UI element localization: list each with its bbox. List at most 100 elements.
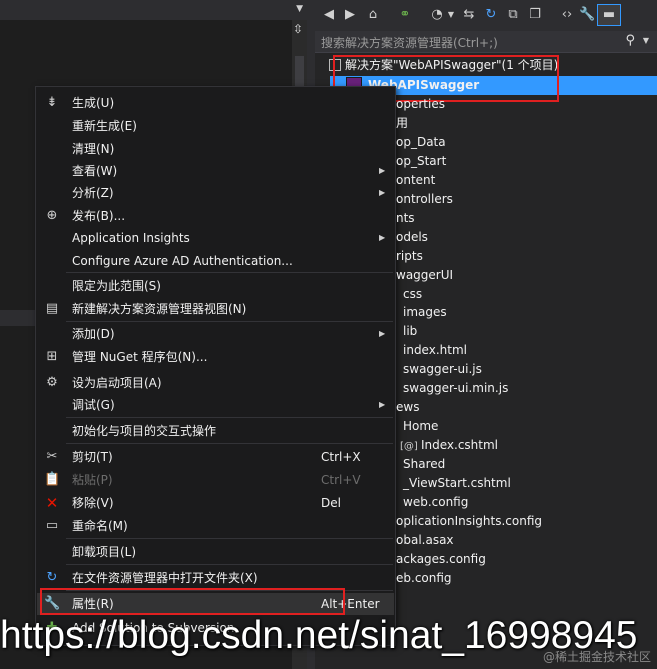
- menu-item-label: 设为启动项目(A): [72, 376, 162, 390]
- tree-item-label: swagger-ui.min.js: [403, 381, 509, 396]
- tree-item-label: odels: [396, 229, 428, 244]
- menu-item-rename[interactable]: ▭ 重命名(M): [37, 515, 394, 537]
- submenu-arrow-icon: ▶: [379, 400, 386, 409]
- tree-item[interactable]: _ViewStart.cshtml: [403, 474, 511, 493]
- tree-item-label: Shared: [403, 457, 446, 472]
- tree-item-label: images: [403, 305, 447, 320]
- menu-item-build[interactable]: ⇟ 生成(U): [37, 92, 394, 114]
- chevron-down-icon[interactable]: ▼: [443, 7, 459, 23]
- menu-item-label: 分析(Z): [72, 186, 114, 200]
- rename-icon: ▭: [45, 518, 59, 533]
- tree-solution-node[interactable]: 解决方案"WebAPISwagger"(1 个项目): [329, 56, 558, 75]
- menu-item-startup[interactable]: ⚙ 设为启动项目(A): [37, 372, 394, 394]
- menu-item-label: 移除(V): [72, 496, 114, 510]
- menu-separator: [66, 590, 393, 591]
- context-menu: ⇟ 生成(U) 重新生成(E) 清理(N) 查看(W) ▶ 分析(Z) ▶ ⊕ …: [35, 86, 396, 646]
- tree-item-label: web.config: [403, 494, 469, 509]
- tree-item[interactable]: oplicationInsights.config: [396, 512, 542, 531]
- new-view-icon: ▤: [45, 301, 59, 316]
- tree-item-label: eb.config: [396, 570, 452, 585]
- tree-item-label: operties: [396, 97, 445, 111]
- menu-separator: [66, 564, 393, 565]
- watermark-badge: @稀土掘金技术社区: [542, 650, 651, 664]
- tree-item[interactable]: waggerUI: [396, 266, 453, 285]
- tree-item-label: Index.cshtml: [420, 438, 499, 453]
- tree-item[interactable]: odels: [396, 228, 428, 247]
- show-all-files-icon[interactable]: ❐: [527, 7, 543, 23]
- tree-item-label: Home: [403, 419, 439, 434]
- chevron-down-icon[interactable]: ▼: [296, 4, 303, 14]
- tree-item[interactable]: index.html: [403, 341, 467, 360]
- tree-item-label: op_Start: [396, 153, 447, 168]
- menu-item-label: 添加(D): [72, 327, 115, 341]
- menu-item-debug[interactable]: 调试(G) ▶: [37, 394, 394, 416]
- gear-icon: ⚙: [46, 375, 58, 390]
- tree-item[interactable]: Shared: [403, 455, 445, 474]
- preview-icon[interactable]: ▬: [601, 7, 617, 23]
- wrench-icon[interactable]: 🔧: [579, 7, 595, 23]
- tree-item[interactable]: op_Data: [396, 133, 446, 152]
- menu-item-new-view[interactable]: ▤ 新建解决方案资源管理器视图(N): [37, 298, 394, 320]
- menu-item-scope[interactable]: 限定为此范围(S): [37, 275, 394, 297]
- menu-item-label: 剪切(T): [72, 450, 113, 464]
- tree-item[interactable]: eb.config: [396, 569, 452, 588]
- menu-item-paste: 📋 粘贴(P) Ctrl+V: [37, 469, 394, 491]
- menu-item-view[interactable]: 查看(W) ▶: [37, 160, 394, 182]
- refresh-icon[interactable]: ↻: [483, 7, 499, 23]
- forward-icon[interactable]: ▶: [342, 7, 358, 23]
- menu-item-interactive[interactable]: 初始化与项目的交互式操作: [37, 420, 394, 442]
- tree-item-label: index.html: [403, 343, 467, 358]
- menu-item-nuget[interactable]: ⊞ 管理 NuGet 程序包(N)...: [37, 346, 394, 368]
- menu-item-add[interactable]: 添加(D) ▶: [37, 323, 394, 345]
- solution-explorer-search[interactable]: 搜索解决方案资源管理器(Ctrl+;) ⚲ ▼: [315, 31, 657, 53]
- back-icon[interactable]: ◀: [321, 7, 337, 23]
- tree-item[interactable]: web.config: [403, 493, 468, 512]
- menu-item-cut[interactable]: ✂ 剪切(T) Ctrl+X: [37, 446, 394, 468]
- collapse-all-icon[interactable]: ⧉: [505, 7, 521, 23]
- tree-item[interactable]: swagger-ui.min.js: [403, 379, 508, 398]
- tree-item[interactable]: operties: [396, 95, 445, 114]
- code-icon[interactable]: ‹›: [559, 7, 575, 23]
- menu-item-clean[interactable]: 清理(N): [37, 138, 394, 160]
- menu-item-remove[interactable]: ✕ 移除(V) Del: [37, 492, 394, 514]
- tree-item[interactable]: ontent: [396, 171, 435, 190]
- globe-icon: ⊕: [46, 208, 58, 223]
- tree-item[interactable]: obal.asax: [396, 531, 454, 550]
- tree-item[interactable]: images: [403, 303, 447, 322]
- tree-item-label: ripts: [396, 248, 423, 263]
- tree-item-label: waggerUI: [396, 267, 454, 282]
- menu-item-label: 初始化与项目的交互式操作: [72, 424, 217, 438]
- tree-item[interactable]: op_Start: [396, 152, 446, 171]
- menu-item-label: 管理 NuGet 程序包(N)...: [72, 350, 208, 364]
- tree-item[interactable]: ackages.config: [396, 550, 486, 569]
- home-icon[interactable]: ⌂: [365, 7, 381, 23]
- menu-item-azure-ad[interactable]: Configure Azure AD Authentication...: [37, 250, 394, 272]
- tree-item[interactable]: ontrollers: [396, 190, 453, 209]
- menu-item-publish[interactable]: ⊕ 发布(B)...: [37, 205, 394, 227]
- menu-item-unload[interactable]: 卸载项目(L): [37, 541, 394, 563]
- menu-item-rebuild[interactable]: 重新生成(E): [37, 115, 394, 137]
- tree-item[interactable]: swagger-ui.js: [403, 360, 482, 379]
- chevron-down-icon[interactable]: ▼: [643, 36, 649, 45]
- tree-item[interactable]: lib: [403, 322, 417, 341]
- menu-item-application-insights[interactable]: Application Insights ▶: [37, 227, 394, 249]
- sync-view-icon[interactable]: ⚭: [397, 7, 413, 23]
- tree-item[interactable]: ripts: [396, 247, 423, 266]
- split-handle-icon[interactable]: ⇳: [293, 22, 303, 36]
- tree-item[interactable]: 用: [396, 114, 408, 133]
- solution-label: 解决方案"WebAPISwagger"(1 个项目): [345, 58, 559, 72]
- tree-item[interactable]: css: [403, 285, 422, 304]
- tree-item[interactable]: [@] Index.cshtml: [400, 436, 498, 455]
- tree-item-label: swagger-ui.js: [403, 362, 482, 377]
- tree-item[interactable]: ews: [396, 398, 419, 417]
- menu-item-open-folder[interactable]: ↻ 在文件资源管理器中打开文件夹(X): [37, 567, 394, 589]
- submenu-arrow-icon: ▶: [379, 329, 386, 338]
- editor-tab-strip: ▼: [0, 0, 307, 20]
- menu-item-analyze[interactable]: 分析(Z) ▶: [37, 182, 394, 204]
- menu-item-label: 重新生成(E): [72, 119, 137, 133]
- tree-item[interactable]: nts: [396, 209, 415, 228]
- search-input[interactable]: 搜索解决方案资源管理器(Ctrl+;): [321, 34, 498, 51]
- search-icon[interactable]: ⚲: [625, 33, 635, 48]
- tree-item[interactable]: Home: [403, 417, 438, 436]
- sync-icon[interactable]: ⇆: [461, 7, 477, 23]
